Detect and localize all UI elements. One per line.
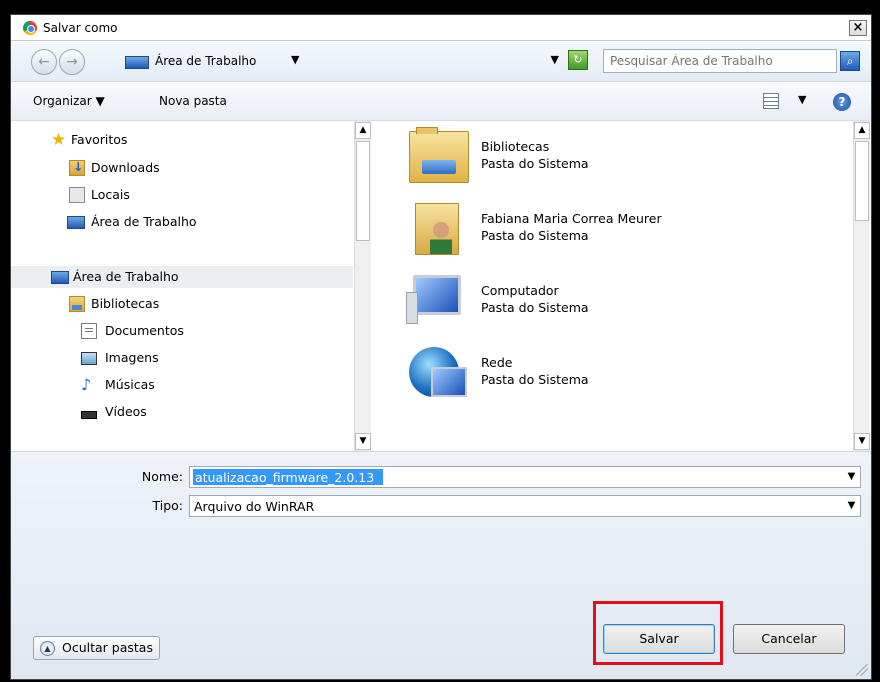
file-name: Rede xyxy=(481,355,513,370)
videos-icon xyxy=(81,411,97,419)
command-bar: Organizar ▼ Nova pasta ▼ ? xyxy=(11,83,871,121)
chrome-icon xyxy=(23,21,37,35)
navigation-pane-scrollbar[interactable]: ▲ ▼ xyxy=(354,121,371,451)
computer-icon xyxy=(406,275,461,324)
help-icon[interactable]: ? xyxy=(833,93,851,111)
file-item-computador[interactable]: Computador Pasta do Sistema xyxy=(401,269,841,333)
sidebar-item-label: Locais xyxy=(91,187,130,202)
sidebar-item-downloads[interactable]: Downloads xyxy=(11,157,353,179)
sidebar-item-label: Área de Trabalho xyxy=(73,269,179,284)
scroll-down-button[interactable]: ▼ xyxy=(355,433,371,450)
file-name-field[interactable]: ▼ xyxy=(189,466,861,488)
network-icon xyxy=(409,347,467,397)
sidebar-item-area-de-trabalho[interactable]: Área de Trabalho xyxy=(11,266,353,288)
sidebar-item-label: Favoritos xyxy=(71,132,128,147)
music-icon: ♪ xyxy=(81,375,92,394)
file-type: Pasta do Sistema xyxy=(481,372,589,387)
sidebar-item-label: Área de Trabalho xyxy=(91,214,197,229)
file-name-label: Nome: xyxy=(141,469,183,484)
resize-grip[interactable] xyxy=(856,664,868,676)
sidebar-item-musicas[interactable]: ♪ Músicas xyxy=(11,374,353,396)
address-text: Área de Trabalho xyxy=(155,54,257,68)
star-icon: ★ xyxy=(51,130,67,150)
desktop-icon xyxy=(67,216,85,229)
file-type: Pasta do Sistema xyxy=(481,156,589,171)
file-name-input[interactable] xyxy=(193,469,383,485)
sidebar-item-label: Downloads xyxy=(91,160,160,175)
refresh-button[interactable]: ↻ xyxy=(568,50,588,70)
libraries-icon xyxy=(69,296,85,312)
hide-folders-button[interactable]: ▲ Ocultar pastas xyxy=(33,636,160,660)
desktop-icon xyxy=(51,271,69,284)
navigation-pane: ★ Favoritos Downloads Locais Área de Tra… xyxy=(11,121,371,451)
chevron-down-icon[interactable]: ▼ xyxy=(843,496,860,516)
collapse-icon: ▲ xyxy=(40,641,55,656)
address-bar[interactable]: Área de Trabalho ▼ ▼ xyxy=(121,50,561,74)
sidebar-item-imagens[interactable]: Imagens xyxy=(11,347,353,369)
file-type-select[interactable]: Arquivo do WinRAR ▼ xyxy=(189,495,861,517)
file-type-label: Tipo: xyxy=(152,498,183,513)
chevron-down-icon[interactable]: ▼ xyxy=(843,467,860,487)
sidebar-item-label: Vídeos xyxy=(105,404,147,419)
search-icon[interactable]: ⌕ xyxy=(840,51,860,71)
cancel-button[interactable]: Cancelar xyxy=(733,624,845,654)
sidebar-item-locais[interactable]: Locais xyxy=(11,184,353,206)
file-type: Pasta do Sistema xyxy=(481,300,589,315)
view-dropdown[interactable]: ▼ xyxy=(798,93,806,106)
back-button[interactable]: ← xyxy=(31,49,57,75)
file-type: Pasta do Sistema xyxy=(481,228,589,243)
desktop-folder-icon xyxy=(125,56,149,69)
file-item-user-folder[interactable]: Fabiana Maria Correa Meurer Pasta do Sis… xyxy=(401,197,841,261)
sidebar-item-area-de-trabalho-favorite[interactable]: Área de Trabalho xyxy=(11,211,353,233)
hide-folders-label: Ocultar pastas xyxy=(62,640,153,655)
organize-button[interactable]: Organizar ▼ xyxy=(33,94,105,108)
pictures-icon xyxy=(81,352,97,365)
scroll-thumb[interactable] xyxy=(855,141,869,221)
scroll-thumb[interactable] xyxy=(356,141,370,241)
user-folder-icon xyxy=(415,203,459,255)
save-form: Nome: ▼ Tipo: Arquivo do WinRAR ▼ ▲ Ocul… xyxy=(11,451,871,679)
sidebar-item-bibliotecas[interactable]: Bibliotecas xyxy=(11,293,353,315)
chevron-down-icon[interactable]: ▼ xyxy=(291,53,299,66)
recent-places-icon xyxy=(69,187,85,203)
file-name: Bibliotecas xyxy=(481,139,550,154)
forward-button[interactable]: → xyxy=(59,49,85,75)
file-item-rede[interactable]: Rede Pasta do Sistema xyxy=(401,341,841,405)
sidebar-item-documentos[interactable]: Documentos xyxy=(11,320,353,342)
view-options-icon[interactable] xyxy=(763,93,779,109)
sidebar-item-favoritos[interactable]: ★ Favoritos xyxy=(11,129,353,151)
scroll-up-button[interactable]: ▲ xyxy=(854,122,870,139)
title-bar: Salvar como × xyxy=(11,15,871,41)
sidebar-item-label: Bibliotecas xyxy=(91,296,160,311)
address-history-dropdown[interactable]: ▼ xyxy=(551,53,559,66)
save-button[interactable]: Salvar xyxy=(603,624,715,654)
file-name: Computador xyxy=(481,283,559,298)
libraries-folder-icon xyxy=(409,127,469,183)
sidebar-item-label: Músicas xyxy=(105,377,155,392)
scroll-down-button[interactable]: ▼ xyxy=(854,433,870,450)
scroll-up-button[interactable]: ▲ xyxy=(355,122,371,139)
file-list: Bibliotecas Pasta do Sistema Fabiana Mar… xyxy=(391,121,871,451)
file-item-bibliotecas[interactable]: Bibliotecas Pasta do Sistema xyxy=(401,125,841,189)
downloads-folder-icon xyxy=(69,159,85,176)
save-as-dialog: Salvar como × ← → Área de Trabalho ▼ ▼ ↻… xyxy=(10,14,872,680)
sidebar-item-label: Documentos xyxy=(105,323,184,338)
file-name: Fabiana Maria Correa Meurer xyxy=(481,211,662,226)
new-folder-button[interactable]: Nova pasta xyxy=(159,94,227,108)
file-list-scrollbar[interactable]: ▲ ▼ xyxy=(853,121,870,451)
navigation-bar: ← → Área de Trabalho ▼ ▼ ↻ ⌕ xyxy=(11,42,871,82)
file-type-value: Arquivo do WinRAR xyxy=(194,499,315,514)
sidebar-item-label: Imagens xyxy=(105,350,159,365)
search-input[interactable] xyxy=(610,54,830,68)
window-title: Salvar como xyxy=(43,21,118,35)
documents-icon xyxy=(81,323,97,339)
search-box[interactable] xyxy=(603,49,837,73)
sidebar-item-videos[interactable]: Vídeos xyxy=(11,401,353,423)
close-button[interactable]: × xyxy=(849,20,867,36)
